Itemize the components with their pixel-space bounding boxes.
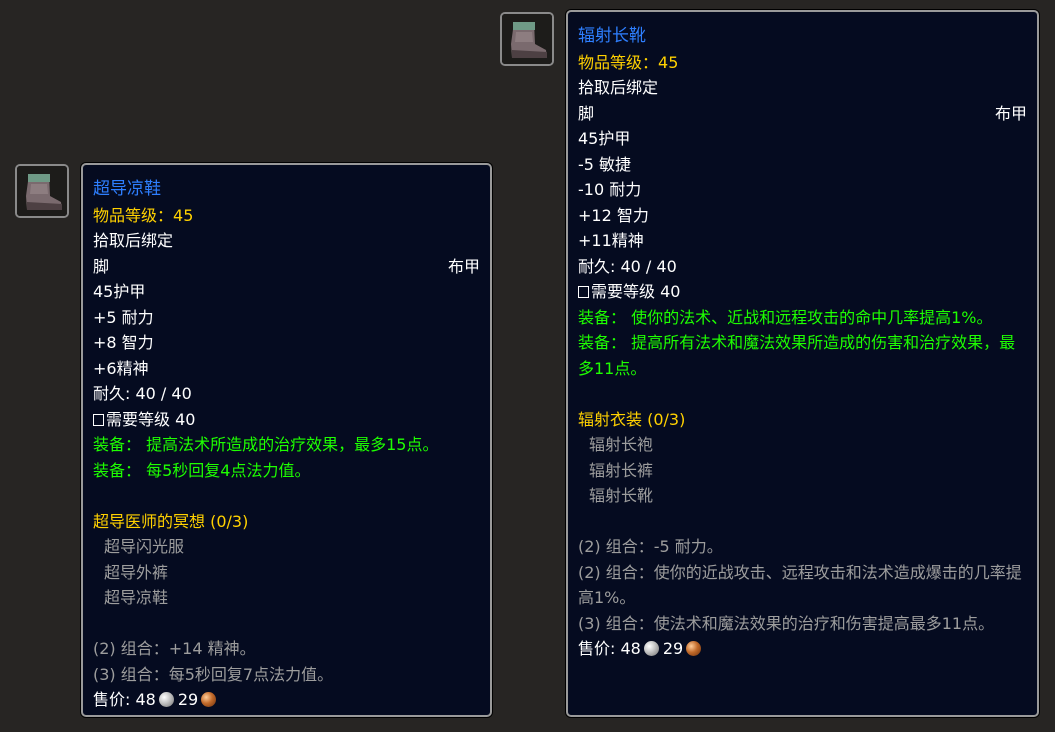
set-item: 超导凉鞋 (104, 588, 169, 607)
slot-text: 脚 (93, 256, 110, 276)
set-name: 辐射衣装 (0/3) (578, 409, 686, 429)
silver-coin-icon (158, 692, 174, 707)
equip-effect: 装备： 提高所有法术和魔法效果所造成的伤害和治疗效果，最多11点。 (578, 333, 1016, 378)
required-level-text: 需要等级 40 (591, 282, 681, 301)
set-item: 辐射长袍 (589, 435, 654, 454)
stat-line: +8 智力 (93, 333, 154, 352)
placeholder-glyph-icon (93, 413, 104, 426)
set-bonus: (3) 组合：每5秒回复7点法力值。 (93, 664, 334, 684)
set-bonus: (2) 组合：-5 耐力。 (578, 537, 723, 556)
set-item: 辐射长靴 (589, 486, 654, 505)
armor-type-text: 布甲 (447, 256, 480, 276)
item-name: 辐射长靴 (578, 26, 646, 46)
bind-text: 拾取后绑定 (578, 78, 659, 97)
item-level-label: 物品等级： (93, 205, 174, 225)
set-bonus: (2) 组合：使你的近战攻击、远程攻击和法术造成爆击的几率提高1%。 (578, 562, 1022, 608)
equip-effect: 装备： 提高法术所造成的治疗效果，最多15点。 (93, 435, 439, 454)
stat-line: +11精神 (578, 231, 644, 250)
silver-amount: 48 (620, 639, 641, 658)
set-name: 超导医师的冥想 (0/3) (93, 511, 249, 531)
item-name: 超导凉鞋 (93, 179, 161, 199)
set-bonus: (3) 组合：使法术和魔法效果的治疗和伤害提高最多11点。 (578, 613, 995, 633)
set-item: 超导闪光服 (104, 537, 185, 556)
item-level-label: 物品等级： (578, 52, 659, 72)
equip-effect: 装备： 使你的法术、近战和远程攻击的命中几率提高1%。 (578, 307, 993, 327)
durability-text: 耐久: 40 / 40 (93, 384, 192, 403)
armor-value: 45护甲 (578, 129, 631, 148)
required-level-text: 需要等级 40 (106, 409, 196, 429)
silver-coin-icon (643, 641, 659, 656)
item-level-value: 45 (173, 205, 194, 225)
boot-icon (502, 14, 552, 64)
copper-coin-icon (201, 692, 217, 707)
stat-line: +5 耐力 (93, 307, 154, 327)
sell-price: 售价: 48 29 (93, 687, 480, 713)
copper-amount: 29 (662, 639, 684, 658)
stat-line: +12 智力 (578, 205, 649, 225)
sell-price: 售价: 48 29 (578, 636, 1027, 662)
stat-line: -5 敏捷 (578, 154, 632, 174)
placeholder-glyph-icon (578, 286, 589, 298)
right-item-tooltip: 辐射长靴 物品等级：45 拾取后绑定 脚 布甲 45护甲 -5 敏捷 -10 耐力… (566, 10, 1039, 717)
stat-line: -10 耐力 (578, 180, 642, 199)
left-item-tooltip: 超导凉鞋 物品等级：45 拾取后绑定 脚布甲 45护甲 +5 耐力 +8 智力 … (81, 163, 492, 717)
right-item-icon[interactable] (500, 12, 554, 66)
boot-icon (17, 166, 67, 216)
copper-amount: 29 (177, 690, 199, 709)
durability-text: 耐久: 40 / 40 (578, 256, 677, 276)
bind-text: 拾取后绑定 (93, 231, 174, 250)
item-level-value: 45 (658, 52, 679, 72)
slot-text: 脚 (578, 103, 595, 123)
armor-type-text: 布甲 (994, 103, 1027, 123)
silver-amount: 48 (135, 690, 156, 709)
equip-effect: 装备： 每5秒回复4点法力值。 (93, 460, 311, 480)
set-bonus: (2) 组合：+14 精神。 (93, 639, 256, 658)
stat-line: +6精神 (93, 358, 149, 378)
left-item-icon[interactable] (15, 164, 69, 218)
set-item: 超导外裤 (104, 562, 169, 582)
set-item: 辐射长裤 (589, 460, 654, 480)
armor-value: 45护甲 (93, 282, 146, 301)
copper-coin-icon (686, 641, 702, 656)
